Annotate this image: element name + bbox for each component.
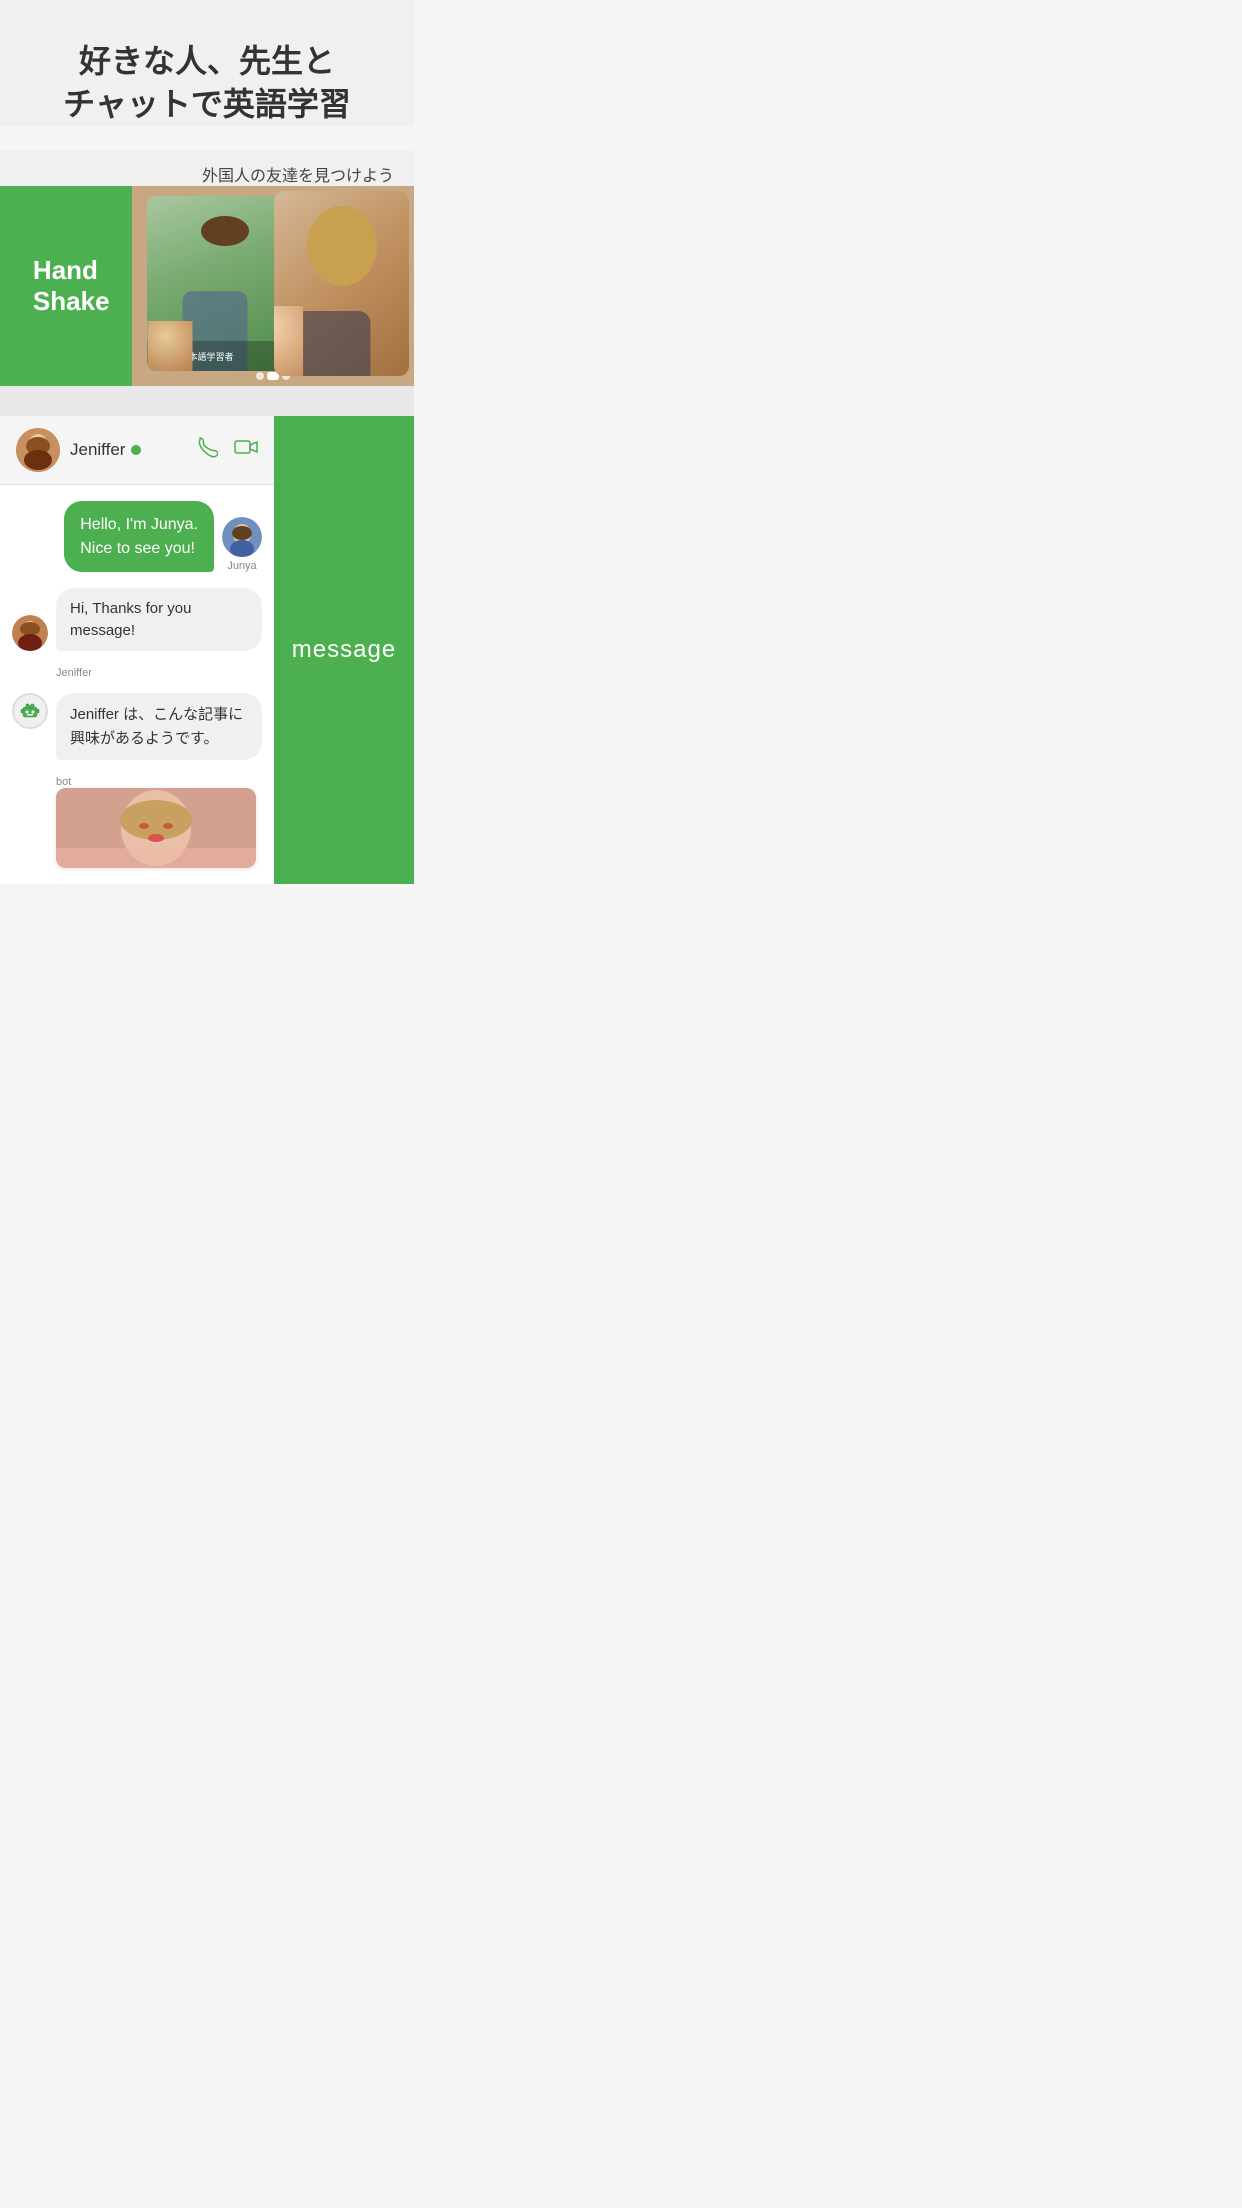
chat-header: Jeniffer bbox=[0, 416, 274, 485]
incoming-bubble: Hi, Thanks for you message! bbox=[56, 588, 262, 652]
phone-icon[interactable] bbox=[196, 436, 218, 464]
jeniffer-avatar bbox=[16, 428, 60, 472]
chat-left-panel: Jeniffer Hel bbox=[0, 416, 274, 883]
junya-label: Junya bbox=[222, 560, 262, 572]
message-label: message bbox=[292, 636, 396, 664]
junya-avatar bbox=[222, 517, 262, 557]
bot-message-container: Jeniffer は、こんな記事に興味があるようです。 bot bbox=[12, 693, 262, 868]
chat-body: Hello, I'm Junya. Nice to see you! Junya bbox=[0, 485, 274, 883]
jeniffer-name-row: Jeniffer bbox=[70, 440, 186, 460]
handshake-green-block: Hand Shake bbox=[0, 186, 132, 386]
outgoing-message: Hello, I'm Junya. Nice to see you! Junya bbox=[12, 501, 262, 571]
article-preview-card[interactable] bbox=[56, 788, 256, 868]
chat-right-panel: message bbox=[274, 416, 414, 883]
online-indicator bbox=[131, 445, 141, 455]
woman-card bbox=[274, 191, 409, 376]
incoming-message-jeniffer: Hi, Thanks for you message! Jeniffer bbox=[12, 588, 262, 680]
top-section: 好きな人、先生と チャットで英語学習 bbox=[0, 0, 414, 126]
chat-action-icons[interactable] bbox=[196, 436, 258, 464]
top-headline: 好きな人、先生と チャットで英語学習 bbox=[20, 40, 394, 126]
outgoing-bubble: Hello, I'm Junya. Nice to see you! bbox=[64, 501, 214, 571]
section-separator bbox=[0, 386, 414, 416]
handshake-label: Hand Shake bbox=[23, 255, 110, 317]
chat-contact-name: Jeniffer bbox=[70, 440, 125, 460]
photo-area: ↓ 日本語学習者 bbox=[132, 186, 414, 386]
jeniffer-small-avatar bbox=[12, 615, 48, 651]
bot-bubble: Jeniffer は、こんな記事に興味があるようです。 bbox=[56, 693, 262, 760]
bot-avatar bbox=[12, 693, 48, 729]
handshake-panel: Hand Shake ↓ 日本語学習者 bbox=[0, 186, 414, 386]
video-icon[interactable] bbox=[234, 436, 258, 464]
find-friends-text: 外国人の友達を見つけよう bbox=[131, 154, 414, 186]
jeniffer-msg-label: Jeniffer bbox=[12, 667, 262, 679]
chat-section: Jeniffer Hel bbox=[0, 416, 414, 883]
bot-label: bot bbox=[12, 776, 262, 788]
article-image bbox=[56, 788, 256, 868]
